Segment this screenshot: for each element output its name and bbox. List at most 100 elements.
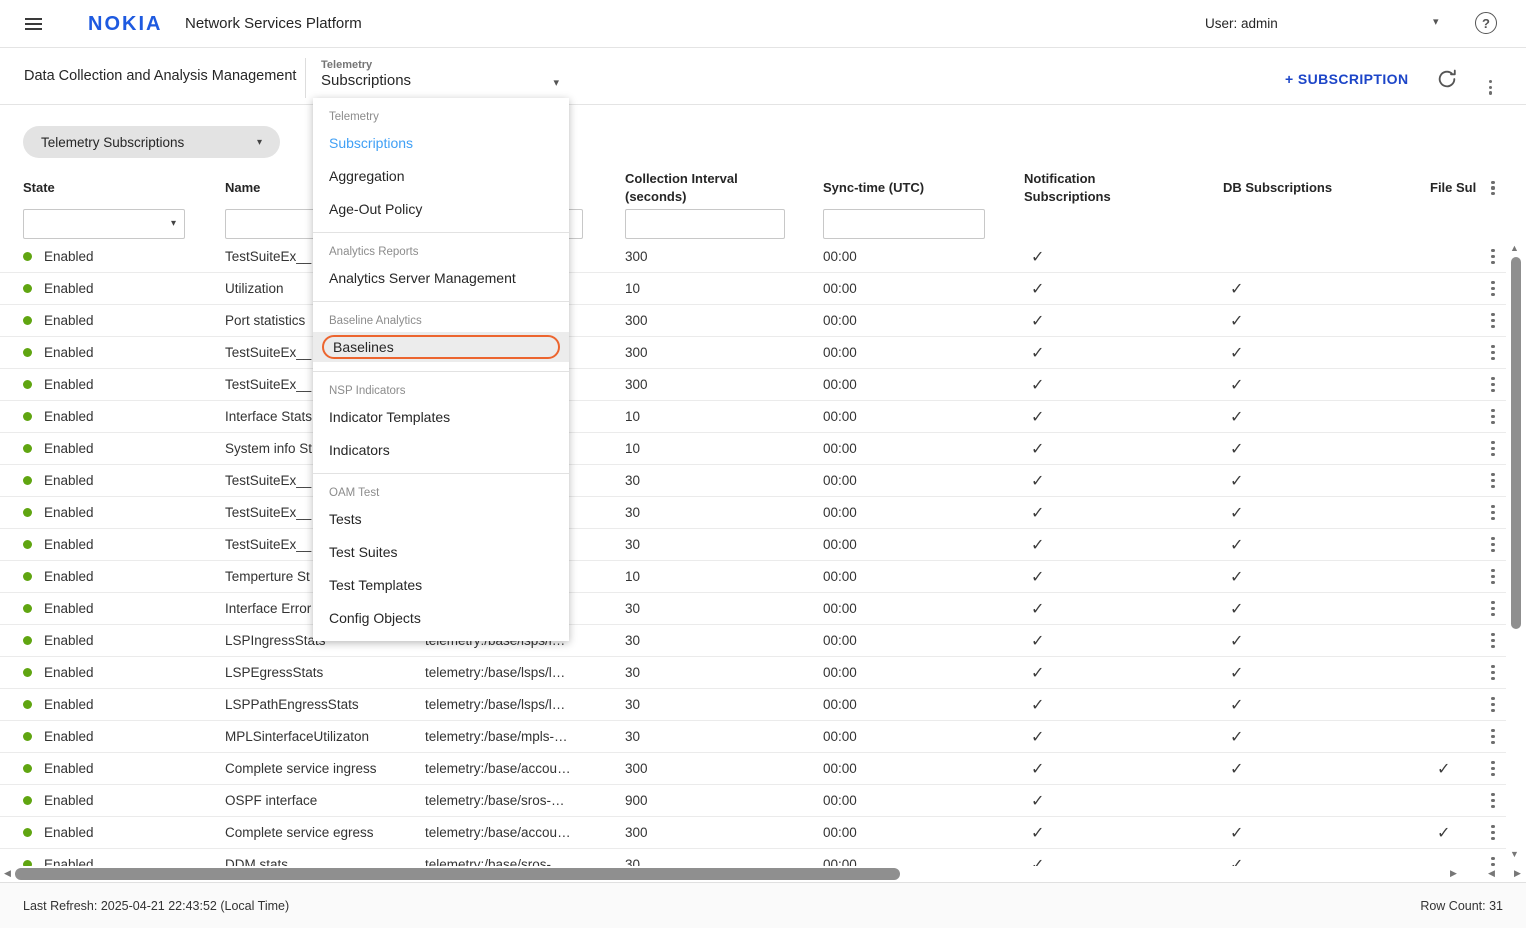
view-selector[interactable]: Telemetry Subscriptions ▾ <box>321 54 569 100</box>
table-row[interactable]: EnabledInterface Stats…1000:00✓✓ <box>0 401 1526 433</box>
scroll-left-icon[interactable]: ◀ <box>4 868 11 879</box>
menu-item-indicators[interactable]: Indicators <box>313 433 569 466</box>
cell-monitored-object: telemetry:/base/accou… <box>425 825 625 840</box>
state-label: Enabled <box>44 761 94 776</box>
view-pill-dropdown[interactable]: Telemetry Subscriptions ▾ <box>23 126 280 158</box>
cell-name: MPLSinterfaceUtilizaton <box>225 729 425 744</box>
table-row[interactable]: EnabledComplete service ingresstelemetry… <box>0 753 1526 785</box>
row-kebab-icon[interactable] <box>1478 375 1508 394</box>
column-header-db[interactable]: DB Subscriptions <box>1223 179 1430 197</box>
enabled-dot-icon <box>23 796 32 805</box>
scroll-up-icon[interactable]: ▲ <box>1510 243 1519 253</box>
table-row[interactable]: EnabledInterface Error…3000:00✓✓ <box>0 593 1526 625</box>
horizontal-scrollbar[interactable]: ◀ ▶ ◀ ▶ <box>0 866 1526 882</box>
page: NOKIA Network Services Platform User: ad… <box>0 0 1526 928</box>
help-icon[interactable]: ? <box>1475 12 1497 34</box>
scroll-down-icon[interactable]: ▼ <box>1510 849 1519 859</box>
menu-item-test-templates[interactable]: Test Templates <box>313 568 569 601</box>
interval-filter-input[interactable] <box>625 209 785 239</box>
enabled-dot-icon <box>23 444 32 453</box>
kebab-dots <box>1489 407 1496 426</box>
user-menu-label[interactable]: User: admin <box>1205 16 1278 31</box>
row-kebab-icon[interactable] <box>1478 695 1508 714</box>
row-kebab-icon[interactable] <box>1478 279 1508 298</box>
cell-db-subscriptions: ✓ <box>1223 663 1430 683</box>
row-kebab-icon[interactable] <box>1478 343 1508 362</box>
table-row[interactable]: EnabledTemperture St…1000:00✓✓ <box>0 561 1526 593</box>
cell-state: Enabled <box>23 377 225 392</box>
row-kebab-icon[interactable] <box>1478 311 1508 330</box>
row-kebab-icon[interactable] <box>1478 823 1508 842</box>
table-row[interactable]: EnabledTestSuiteEx__…3000:00✓✓ <box>0 497 1526 529</box>
state-label: Enabled <box>44 281 94 296</box>
pinned-scroll-right-icon[interactable]: ▶ <box>1514 868 1521 879</box>
chevron-down-icon[interactable]: ▾ <box>1433 15 1439 28</box>
row-kebab-icon[interactable] <box>1478 663 1508 682</box>
table-row[interactable]: EnabledSystem info St…1000:00✓✓ <box>0 433 1526 465</box>
table-row[interactable]: EnabledTestSuiteEx__…30000:00✓✓ <box>0 369 1526 401</box>
toolbar-kebab-icon[interactable] <box>1487 70 1494 97</box>
row-kebab-icon[interactable] <box>1478 247 1508 266</box>
table-row[interactable]: EnabledTestSuiteEx__…30000:00✓ <box>0 241 1526 273</box>
table-row[interactable]: EnabledLSPPathEngressStatstelemetry:/bas… <box>0 689 1526 721</box>
synctime-filter-input[interactable] <box>823 209 985 239</box>
column-header-synctime[interactable]: Sync-time (UTC) <box>823 179 1024 197</box>
scroll-right-icon[interactable]: ▶ <box>1450 868 1457 879</box>
menu-item-baselines[interactable]: Baselines <box>313 332 569 362</box>
kebab-dots <box>1489 663 1496 682</box>
column-header-interval[interactable]: Collection Interval (seconds) <box>625 170 823 205</box>
header-kebab-icon[interactable] <box>1478 179 1508 198</box>
menu-item-tests[interactable]: Tests <box>313 502 569 535</box>
row-kebab-icon[interactable] <box>1478 599 1508 618</box>
menu-item-analytics-server-management[interactable]: Analytics Server Management <box>313 261 569 294</box>
table-row[interactable]: EnabledPort statistics…30000:00✓✓ <box>0 305 1526 337</box>
row-kebab-icon[interactable] <box>1478 535 1508 554</box>
vertical-scrollbar[interactable]: ▲ ▼ <box>1506 241 1526 866</box>
cell-state: Enabled <box>23 313 225 328</box>
table-row[interactable]: EnabledTestSuiteEx__…3000:00✓✓ <box>0 465 1526 497</box>
table-row[interactable]: EnabledUtilization…1000:00✓✓ <box>0 273 1526 305</box>
column-header-state[interactable]: State <box>23 179 225 197</box>
menu-item-indicator-templates[interactable]: Indicator Templates <box>313 400 569 433</box>
row-kebab-icon[interactable] <box>1478 567 1508 586</box>
table-row[interactable]: EnabledTestSuiteEx__…3000:00✓✓ <box>0 529 1526 561</box>
table-row[interactable]: EnabledComplete service egresstelemetry:… <box>0 817 1526 849</box>
vertical-scroll-thumb[interactable] <box>1511 257 1521 629</box>
menu-item-age-out-policy[interactable]: Age-Out Policy <box>313 192 569 225</box>
row-kebab-icon[interactable] <box>1478 759 1508 778</box>
kebab-dots <box>1489 759 1496 778</box>
refresh-icon[interactable] <box>1436 68 1458 90</box>
horizontal-scroll-thumb[interactable] <box>15 868 900 880</box>
cell-sync-time: 00:00 <box>823 569 1024 584</box>
pinned-scroll-left-icon[interactable]: ◀ <box>1488 868 1495 879</box>
menu-item-config-objects[interactable]: Config Objects <box>313 601 569 634</box>
menu-item-test-suites[interactable]: Test Suites <box>313 535 569 568</box>
row-kebab-icon[interactable] <box>1478 503 1508 522</box>
menu-item-aggregation[interactable]: Aggregation <box>313 159 569 192</box>
kebab-dots <box>1489 631 1496 650</box>
column-header-file[interactable]: File Sul <box>1430 179 1478 197</box>
kebab-dots <box>1489 439 1496 458</box>
enabled-dot-icon <box>23 380 32 389</box>
row-kebab-icon[interactable] <box>1478 631 1508 650</box>
row-kebab-icon[interactable] <box>1478 727 1508 746</box>
table-row[interactable]: EnabledMPLSinterfaceUtilizatontelemetry:… <box>0 721 1526 753</box>
table-row[interactable]: EnabledLSPIngressStatstelemetry:/base/ls… <box>0 625 1526 657</box>
column-header-notification[interactable]: Notification Subscriptions <box>1024 170 1223 205</box>
add-subscription-button[interactable]: + SUBSCRIPTION <box>1285 71 1408 87</box>
menu-item-subscriptions[interactable]: Subscriptions <box>313 126 569 159</box>
last-refresh-label: Last Refresh: 2025-04-21 22:43:52 (Local… <box>23 899 289 913</box>
row-kebab-icon[interactable] <box>1478 791 1508 810</box>
table-row[interactable]: EnabledLSPEgressStatstelemetry:/base/lsp… <box>0 657 1526 689</box>
cell-db-subscriptions: ✓ <box>1223 407 1430 427</box>
hamburger-icon[interactable] <box>25 18 42 30</box>
row-kebab-icon[interactable] <box>1478 471 1508 490</box>
row-kebab-icon[interactable] <box>1478 439 1508 458</box>
cell-notification-subscriptions: ✓ <box>1024 311 1223 331</box>
table-row[interactable]: EnabledOSPF interfacetelemetry:/base/sro… <box>0 785 1526 817</box>
state-filter[interactable]: ▾ <box>23 209 185 239</box>
row-kebab-icon[interactable] <box>1478 407 1508 426</box>
table-row[interactable]: EnabledTestSuiteEx__…30000:00✓✓ <box>0 337 1526 369</box>
cell-monitored-object: telemetry:/base/lsps/l… <box>425 665 625 680</box>
cell-interval: 300 <box>625 249 823 264</box>
